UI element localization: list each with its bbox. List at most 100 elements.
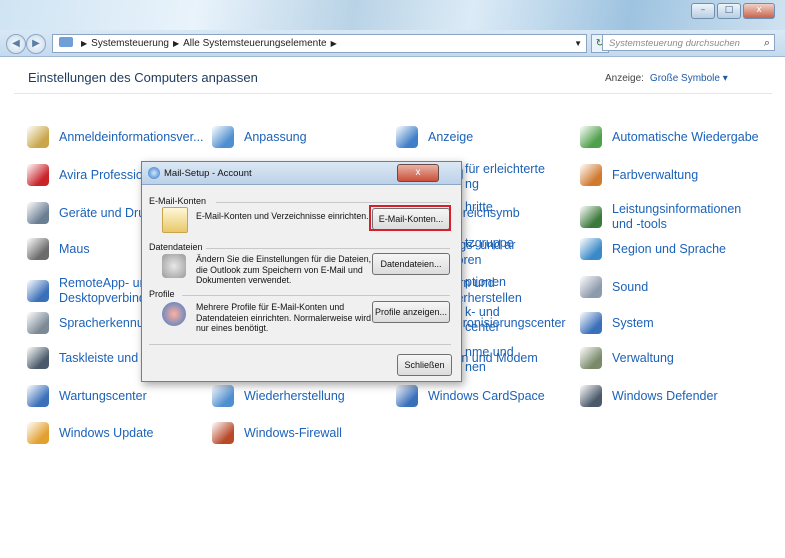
data-files-icon [162, 254, 186, 278]
control-panel-item[interactable]: Spracherkennung [27, 312, 158, 334]
dialog-close-text-button[interactable]: Schließen [397, 354, 452, 376]
personalization-icon [212, 126, 234, 148]
divider [149, 344, 451, 345]
close-window-button[interactable]: x [743, 3, 775, 19]
hidden-item-fragment[interactable]: ptionen [465, 275, 506, 290]
control-panel-item[interactable]: Maus [27, 238, 90, 260]
group-email-accounts: E-Mail-Konten [149, 196, 207, 206]
control-panel-item-label: Windows CardSpace [428, 388, 545, 403]
search-input[interactable]: Systemsteuerung durchsuchen ⌕ [602, 34, 775, 51]
hidden-item-fragment[interactable]: hritte [465, 200, 493, 215]
profiles-icon [162, 302, 186, 326]
display-icon [396, 126, 418, 148]
control-panel-item[interactable]: Farbverwaltung [580, 164, 698, 186]
windows-update-icon [27, 422, 49, 444]
forward-button[interactable]: ▶ [26, 34, 46, 54]
recovery-icon [212, 385, 234, 407]
profiles-description: Mehrere Profile für E-Mail-Konten und Da… [196, 302, 372, 333]
mail-setup-dialog: Mail-Setup - Account x E-Mail-Konten E-M… [141, 161, 462, 382]
control-panel-item-label: Windows-Firewall [244, 425, 342, 440]
divider [216, 202, 450, 203]
maximize-button[interactable]: □ [717, 3, 741, 19]
printer-icon [27, 202, 49, 224]
control-panel-item-label: Region und Sprache [612, 241, 726, 256]
navigation-bar: ◀ ▶ ▶ Systemsteuerung ▶ Alle Systemsteuerun… [0, 30, 785, 57]
control-panel-item[interactable]: Anzeige [396, 126, 473, 148]
control-panel-item[interactable]: Anmeldeinformationsver... [27, 126, 204, 148]
control-panel-item-label: Sound [612, 279, 649, 294]
flag-icon [27, 385, 49, 407]
page-title: Einstellungen des Computers anpassen [28, 70, 258, 85]
control-panel-item[interactable]: System [580, 312, 654, 334]
control-panel-item[interactable]: Windows-Firewall [212, 422, 342, 444]
divider [206, 248, 450, 249]
control-panel-item-label: Leistungsinformationen und -tools [612, 202, 742, 231]
control-panel-item-label: Windows Defender [612, 388, 718, 403]
view-by: Anzeige: Große Symbole ▾ [605, 73, 728, 84]
data-files-description: Ändern Sie die Einstellungen für die Dat… [196, 254, 372, 285]
hidden-item-fragment[interactable]: tzgruppe [465, 236, 514, 251]
control-panel-item-label: Verwaltung [612, 350, 674, 365]
system-icon [580, 312, 602, 334]
data-files-button[interactable]: Datendateien... [372, 253, 450, 275]
highlight-box [369, 205, 451, 231]
control-panel-item[interactable]: Wartungscenter [27, 385, 147, 407]
sound-icon [580, 276, 602, 298]
control-panel-item[interactable]: Verwaltung [580, 347, 674, 369]
control-panel-item-label: Farbverwaltung [612, 167, 699, 182]
control-panel-item-label: Automatische Wiedergabe [612, 129, 759, 144]
avira-icon [27, 164, 49, 186]
remoteapp-icon [27, 280, 49, 302]
mail-setup-icon [148, 167, 160, 179]
taskbar-icon [27, 347, 49, 369]
back-button[interactable]: ◀ [6, 34, 26, 54]
mouse-icon [27, 238, 49, 260]
control-panel-item[interactable]: Anpassung [212, 126, 307, 148]
hidden-item-fragment[interactable]: k- und center [465, 305, 500, 335]
control-panel-item[interactable]: Wiederherstellung [212, 385, 345, 407]
control-panel-item-label: Anpassung [244, 129, 307, 144]
credential-icon [27, 126, 49, 148]
address-bar[interactable]: ▶ Systemsteuerung ▶ Alle Systemsteuerungsel… [52, 34, 587, 53]
dialog-close-button[interactable]: x [397, 164, 439, 182]
control-panel-item[interactable]: Sound [580, 276, 648, 298]
autoplay-icon [580, 126, 602, 148]
color-management-icon [580, 164, 602, 186]
control-panel-item[interactable]: Windows CardSpace [396, 385, 545, 407]
email-accounts-description: E-Mail-Konten und Verzeichnisse einricht… [196, 211, 369, 221]
show-profiles-button[interactable]: Profile anzeigen... [372, 301, 450, 323]
control-panel-item-label: Avira Profession [59, 167, 150, 182]
globe-icon [580, 238, 602, 260]
hidden-item-fragment[interactable]: nme und nen [465, 345, 514, 375]
cardspace-icon [396, 385, 418, 407]
search-icon[interactable]: ⌕ [764, 35, 770, 52]
control-panel-item-label: System [612, 315, 654, 330]
divider [182, 295, 450, 296]
minimize-button[interactable]: – [691, 3, 715, 19]
admin-tools-icon [580, 347, 602, 369]
address-dropdown-icon[interactable]: ▼ [574, 35, 582, 52]
window-titlebar: – □ x [0, 0, 785, 30]
group-profiles: Profile [149, 289, 175, 299]
control-panel-item[interactable]: Geräte und Druck [27, 202, 158, 224]
firewall-icon [212, 422, 234, 444]
performance-icon [580, 206, 602, 228]
control-panel-item[interactable]: Windows Defender [580, 385, 718, 407]
control-panel-item[interactable]: Region und Sprache [580, 238, 726, 260]
control-panel-item-label: Anmeldeinformationsver... [59, 129, 204, 144]
control-panel-icon [59, 37, 73, 47]
hidden-item-fragment[interactable]: für erleichterte ng [465, 162, 545, 192]
control-panel-item[interactable]: Avira Profession [27, 164, 150, 186]
control-panel-item[interactable]: Windows Update [27, 422, 154, 444]
control-panel-item-label: Wiederherstellung [244, 388, 345, 403]
view-by-dropdown[interactable]: Große Symbole ▾ [650, 73, 728, 84]
control-panel-item[interactable]: Leistungsinformationen und -tools [580, 202, 741, 232]
breadcrumb-alle-elemente[interactable]: Alle Systemsteuerungselemente [183, 38, 326, 49]
divider [14, 93, 772, 94]
control-panel-item[interactable]: Automatische Wiedergabe [580, 126, 759, 148]
control-panel-item-label: Maus [59, 241, 90, 256]
envelope-icon [162, 207, 188, 233]
microphone-icon [27, 312, 49, 334]
breadcrumb-systemsteuerung[interactable]: Systemsteuerung [91, 38, 169, 49]
dialog-title: Mail-Setup - Account [164, 168, 252, 179]
